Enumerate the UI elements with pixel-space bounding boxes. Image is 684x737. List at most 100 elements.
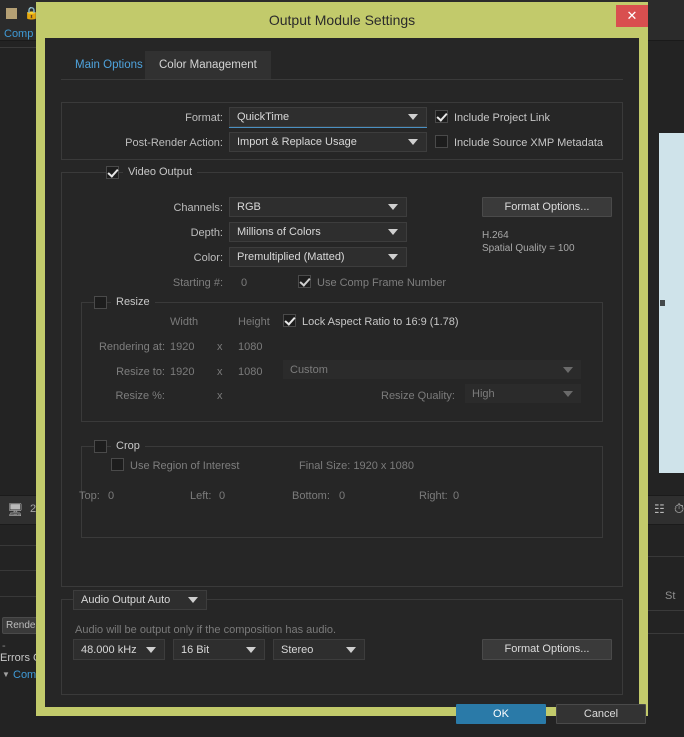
post-render-action-label: Post-Render Action: xyxy=(125,137,223,149)
codec-info-line-1: H.264 xyxy=(482,230,509,241)
include-xmp-label: Include Source XMP Metadata xyxy=(454,137,603,149)
background-errors-label: Errors C xyxy=(0,652,41,664)
audio-note: Audio will be output only if the composi… xyxy=(75,624,337,636)
clock-icon: ⏱ xyxy=(674,501,684,516)
starting-number-value[interactable]: 0 xyxy=(241,277,247,289)
rendering-at-label: Rendering at: xyxy=(98,341,165,353)
lock-aspect-ratio-checkbox[interactable] xyxy=(283,314,296,327)
audio-bit-depth-value: 16 Bit xyxy=(181,643,210,656)
audio-sample-rate-select[interactable]: 48.000 kHz xyxy=(73,639,165,660)
resize-preset-select[interactable]: Custom xyxy=(283,360,581,379)
chevron-down-icon[interactable]: ▼ xyxy=(2,670,10,679)
chevron-down-icon xyxy=(146,646,156,653)
resize-quality-label: Resize Quality: xyxy=(381,390,455,402)
resize-height-header: Height xyxy=(238,316,270,328)
audio-channels-select[interactable]: Stereo xyxy=(273,639,365,660)
close-icon[interactable]: ✕ xyxy=(616,5,648,27)
rendering-height-value: 1080 xyxy=(238,341,263,353)
chevron-down-icon xyxy=(246,646,256,653)
audio-sample-rate-value: 48.000 kHz xyxy=(81,643,137,656)
crop-right-value[interactable]: 0 xyxy=(453,490,459,502)
format-select[interactable]: QuickTime xyxy=(229,107,427,127)
audio-bit-depth-select[interactable]: 16 Bit xyxy=(173,639,265,660)
crop-top-label: Top: xyxy=(79,490,100,502)
chevron-down-icon xyxy=(408,114,418,120)
crop-right-label: Right: xyxy=(419,490,448,502)
chevron-down-icon xyxy=(188,597,198,603)
resize-quality-select[interactable]: High xyxy=(465,384,581,403)
codec-info-line-2: Spatial Quality = 100 xyxy=(482,243,575,254)
final-size-label: Final Size: 1920 x 1080 xyxy=(299,460,414,472)
video-format-options-button[interactable]: Format Options... xyxy=(482,197,612,217)
chevron-down-icon xyxy=(388,204,398,210)
dialog-title: Output Module Settings xyxy=(268,12,416,28)
rendering-x-separator: x xyxy=(217,341,223,353)
resize-preset-value: Custom xyxy=(290,363,328,376)
lock-aspect-ratio-label: Lock Aspect Ratio to 16:9 (1.78) xyxy=(302,316,459,328)
dialog-body: Main Options Color Management Format: Qu… xyxy=(45,38,646,724)
background-right-status: St xyxy=(665,590,676,602)
tab-main-options[interactable]: Main Options xyxy=(61,51,157,79)
use-region-of-interest-checkbox[interactable] xyxy=(111,458,124,471)
tab-color-management[interactable]: Color Management xyxy=(145,51,271,79)
resize-quality-value: High xyxy=(472,387,495,400)
color-select[interactable]: Premultiplied (Matted) xyxy=(229,247,407,267)
crop-checkbox[interactable] xyxy=(94,440,107,453)
rendering-width-value: 1920 xyxy=(170,341,195,353)
crop-left-label: Left: xyxy=(190,490,212,502)
chevron-down-icon xyxy=(563,390,573,397)
use-comp-frame-number-label: Use Comp Frame Number xyxy=(317,277,446,289)
resize-checkbox[interactable] xyxy=(94,296,107,309)
depth-select[interactable]: Millions of Colors xyxy=(229,222,407,242)
chevron-down-icon xyxy=(408,139,418,145)
video-output-checkbox[interactable] xyxy=(106,166,119,179)
audio-output-mode-select[interactable]: Audio Output Auto xyxy=(73,590,207,610)
resize-percent-label: Resize %: xyxy=(115,390,165,402)
channels-label: Channels: xyxy=(173,202,223,214)
crop-bottom-value[interactable]: 0 xyxy=(339,490,345,502)
resize-group-label: Resize xyxy=(111,296,155,308)
background-right-marker xyxy=(660,300,665,306)
cancel-button[interactable]: Cancel xyxy=(556,704,646,724)
crop-left-value[interactable]: 0 xyxy=(219,490,225,502)
chevron-down-icon xyxy=(346,646,356,653)
chevron-down-icon xyxy=(388,229,398,235)
monitor-icon: 🖥 xyxy=(7,502,24,517)
resize-percent-x-separator: x xyxy=(217,390,223,402)
depth-label: Depth: xyxy=(190,227,223,239)
resize-width-header: Width xyxy=(170,316,199,328)
audio-output-mode-value: Audio Output Auto xyxy=(81,594,171,606)
resize-height-value[interactable]: 1080 xyxy=(238,366,262,378)
use-region-of-interest-label: Use Region of Interest xyxy=(130,460,240,472)
crop-group-label: Crop xyxy=(111,440,145,452)
background-right-divider xyxy=(648,556,684,557)
ok-button[interactable]: OK xyxy=(456,704,546,724)
channels-value: RGB xyxy=(237,201,261,213)
background-comp-tab[interactable]: Comp xyxy=(4,28,33,40)
crop-top-value[interactable]: 0 xyxy=(108,490,114,502)
color-value: Premultiplied (Matted) xyxy=(237,251,345,263)
background-right-line-2 xyxy=(648,610,684,611)
audio-format-options-button[interactable]: Format Options... xyxy=(482,639,612,660)
square-icon xyxy=(6,8,17,19)
use-comp-frame-number-checkbox[interactable] xyxy=(298,275,311,288)
include-project-link-label: Include Project Link xyxy=(454,112,550,124)
chevron-down-icon xyxy=(563,366,573,373)
background-dash: - xyxy=(2,640,6,652)
include-xmp-checkbox[interactable] xyxy=(435,135,448,148)
network-icon: ☷ xyxy=(654,502,665,516)
depth-value: Millions of Colors xyxy=(237,226,321,238)
format-value: QuickTime xyxy=(237,111,290,123)
post-render-action-value: Import & Replace Usage xyxy=(237,136,357,148)
audio-channels-value: Stereo xyxy=(281,643,314,656)
dialog-tabs: Main Options Color Management xyxy=(61,51,623,80)
format-focus-underline xyxy=(229,127,427,128)
include-project-link-checkbox[interactable] xyxy=(435,110,448,123)
resize-width-value[interactable]: 1920 xyxy=(170,366,194,378)
channels-select[interactable]: RGB xyxy=(229,197,407,217)
video-output-group-label: Video Output xyxy=(123,166,198,178)
format-label: Format: xyxy=(185,112,223,124)
post-render-action-select[interactable]: Import & Replace Usage xyxy=(229,132,427,152)
chevron-down-icon xyxy=(388,254,398,260)
crop-bottom-label: Bottom: xyxy=(292,490,330,502)
